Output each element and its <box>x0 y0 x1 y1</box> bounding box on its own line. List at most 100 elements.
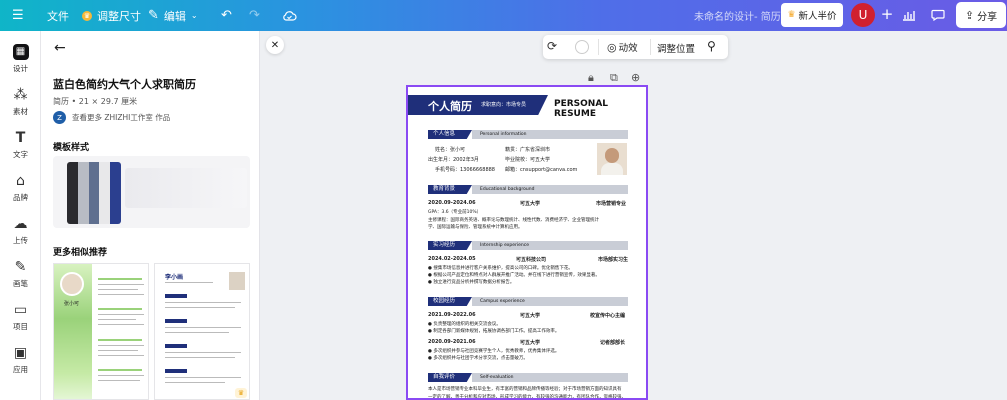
section-label-en: Educational background <box>472 185 628 194</box>
apps-icon: ▣ <box>13 345 28 361</box>
rail-label: 品牌 <box>13 193 28 202</box>
animate-button[interactable]: ◎ 动效 <box>607 40 638 55</box>
thumb-line <box>98 380 140 381</box>
rail-item-brand[interactable]: ⌂ 品牌 <box>0 173 41 203</box>
thumb-line <box>98 345 144 346</box>
rail-label: 设计 <box>13 64 28 73</box>
thumb-line <box>98 289 138 290</box>
section-label: 自我评价 <box>428 373 472 382</box>
add-page-icon[interactable]: ⊕ <box>631 71 640 84</box>
resume-header: 个人简历 求职意向：市场专员 PERSONAL RESUME <box>408 87 646 123</box>
thumb-line <box>98 294 144 295</box>
magic-refresh-icon[interactable]: ⟳ <box>547 39 557 53</box>
section-label-en: Self-evaluation <box>472 373 628 382</box>
pencil-icon: ✎ <box>148 8 159 23</box>
intern-bullet: ● 搜集市场信息并进行客户关系维护，提高公司的口碑。优化销售下花。 <box>428 266 573 271</box>
template-panel: ← 蓝白色简约大气个人求职简历 简历 • 21 × 29.7 厘米 Z 查看更多… <box>41 31 260 400</box>
duplicate-icon[interactable]: ⧉ <box>610 71 618 85</box>
self-evaluation-text: 一定的了解，善于分析和应对市场，形成学习的能力，有较强的沟通能力，有团队合作，资… <box>428 395 626 400</box>
close-panel-button[interactable]: ✕ <box>266 36 284 54</box>
campus-role: 记者部部长 <box>600 340 626 346</box>
resume-page[interactable]: 个人简历 求职意向：市场专员 PERSONAL RESUME 个人信息 Pers… <box>406 85 648 400</box>
thumb-line <box>98 319 136 320</box>
position-button[interactable]: 调整位置 <box>657 41 695 55</box>
thumb-line <box>165 357 235 358</box>
rail-item-projects[interactable]: ▭ 项目 <box>0 302 41 332</box>
document-title[interactable]: 未命名的设计- 简历 <box>694 8 781 23</box>
elements-icon: ⁂ <box>13 87 28 103</box>
rail-label: 项目 <box>13 322 28 331</box>
rail-label: 文字 <box>13 150 28 159</box>
style-swatch-card[interactable] <box>67 162 121 224</box>
cloud-save-button[interactable] <box>282 0 297 31</box>
profile-photo <box>597 143 627 175</box>
swatch-strip <box>99 162 111 224</box>
rail-item-uploads[interactable]: ☁ 上传 <box>0 216 41 246</box>
undo-icon: ↶ <box>221 8 232 23</box>
template-thumbnail[interactable]: 李小画 ♛ <box>154 263 250 400</box>
share-button[interactable]: ⇪ 分享 <box>956 2 1006 28</box>
lock-icon[interactable]: 🔒︎ <box>588 71 594 85</box>
rail-item-draw[interactable]: ✎ 画笔 <box>0 259 41 289</box>
section-header: 实习经历 Internship experience <box>428 241 628 250</box>
undo-button[interactable]: ↶ <box>221 0 232 31</box>
thumb-line <box>165 282 213 283</box>
add-member-button[interactable]: + <box>877 5 897 25</box>
section-label: 实习经历 <box>428 241 472 250</box>
swatch-strip <box>110 162 121 224</box>
thumb-line <box>98 324 144 325</box>
thumb-line <box>165 294 187 298</box>
intern-bullet: ● 独立进行竞品分析并撰写数据分析报告。 <box>428 280 515 285</box>
resume-title-en: PERSONAL RESUME <box>554 99 609 119</box>
template-thumbnail[interactable]: 张小可 <box>53 263 149 400</box>
section-header: 校园经历 Campus experience <box>428 297 628 306</box>
top-bar: ☰ 文件 ♛ 调整尺寸 ✎ 编辑 ⌄ ↶ ↷ 未命名的设计- 简历 ♛ 新人半价… <box>0 0 1007 31</box>
swatch-strip <box>67 162 78 224</box>
cloud-upload-icon: ☁ <box>13 216 28 232</box>
rail-item-elements[interactable]: ⁂ 素材 <box>0 87 41 117</box>
section-label: 个人信息 <box>428 130 472 139</box>
thumb-line <box>165 332 229 333</box>
author-link[interactable]: Z 查看更多 ZHIZHI工作室 作品 <box>53 111 170 124</box>
bar-chart-icon <box>903 11 915 21</box>
comments-button[interactable] <box>926 4 950 26</box>
thumb-line <box>98 355 144 356</box>
template-title: 蓝白色简约大气个人求职简历 <box>53 78 196 91</box>
styles-heading: 模板样式 <box>53 143 90 153</box>
rail-item-text[interactable]: T 文字 <box>0 130 41 160</box>
design-icon: ▦ <box>12 44 29 60</box>
section-header: 教育背景 Educational background <box>428 185 628 194</box>
file-menu-label: 文件 <box>47 9 69 23</box>
paint-roller-icon[interactable]: ⚲ <box>707 39 716 53</box>
redo-button[interactable]: ↷ <box>249 0 260 31</box>
thumb-photo <box>60 272 84 296</box>
section-header: 个人信息 Personal information <box>428 130 628 139</box>
edu-gpa: GPA：3.6（专业前10%） <box>428 210 482 215</box>
info-birth: 出生年月：2002年3月 <box>428 157 479 163</box>
rail-item-apps[interactable]: ▣ 应用 <box>0 345 41 375</box>
color-picker-button[interactable] <box>575 40 589 54</box>
swatch-strip <box>77 162 89 224</box>
section-label-en: Internship experience <box>472 241 628 250</box>
section-header: 自我评价 Self-evaluation <box>428 373 628 382</box>
context-toolbar: ⟳ ◎ 动效 调整位置 ⚲ <box>543 35 728 59</box>
thumb-line <box>165 352 241 353</box>
avatar[interactable]: U <box>851 3 875 27</box>
back-button[interactable]: ← <box>54 40 66 56</box>
info-school: 毕业院校：可五大学 <box>505 157 551 163</box>
menu-button[interactable]: ☰ <box>12 0 24 31</box>
campus-role: 校宣传中心主编 <box>590 313 626 319</box>
resize-button[interactable]: ♛ 调整尺寸 <box>82 0 141 31</box>
rail-label: 应用 <box>13 365 28 374</box>
promo-button[interactable]: ♛ 新人半价 <box>781 3 843 27</box>
thumb-line <box>165 377 241 378</box>
intern-company: 可五科技公司 <box>516 257 547 263</box>
thumb-line <box>98 278 142 280</box>
rail-item-design[interactable]: ▦ 设计 <box>0 44 41 74</box>
chevron-down-icon: ⌄ <box>190 11 198 20</box>
insights-button[interactable] <box>897 4 921 26</box>
author-avatar: Z <box>53 111 66 124</box>
file-menu[interactable]: 文件 <box>47 0 69 31</box>
campus-org: 可五大学 <box>520 340 541 346</box>
edit-menu[interactable]: ✎ 编辑 ⌄ <box>148 0 198 31</box>
